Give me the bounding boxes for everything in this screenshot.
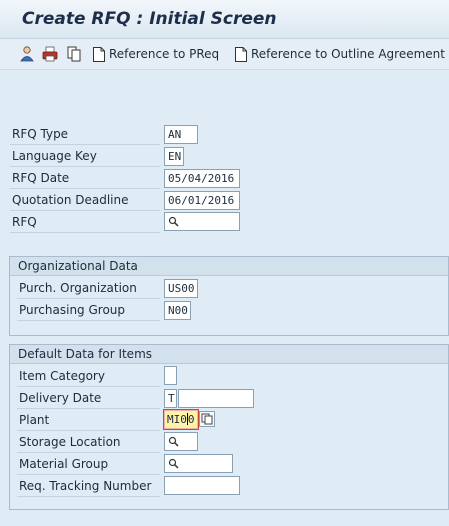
separator: [10, 188, 160, 189]
storage-location-field[interactable]: [164, 432, 198, 451]
plant-value-start: MI0: [167, 413, 187, 426]
rfq-date-label: RFQ Date: [12, 171, 70, 185]
title-bar: Create RFQ : Initial Screen: [0, 0, 449, 39]
reference-to-outline-agreement-button[interactable]: Reference to Outline Agreement: [234, 44, 445, 64]
language-key-field[interactable]: EN: [164, 147, 184, 166]
copy-button[interactable]: [65, 44, 83, 64]
purch-organization-label: Purch. Organization: [19, 281, 137, 295]
delivery-date-type-field[interactable]: T: [164, 389, 177, 408]
person-icon: [20, 46, 34, 62]
page-title: Create RFQ : Initial Screen: [22, 9, 277, 29]
copy-icon: [67, 46, 81, 62]
person-button[interactable]: [18, 44, 36, 64]
delivery-date-label: Delivery Date: [19, 391, 102, 405]
separator: [10, 232, 160, 233]
print-icon: [42, 46, 58, 62]
copy-icon: [201, 413, 213, 425]
material-group-field[interactable]: [164, 454, 233, 473]
separator: [17, 386, 160, 387]
purchasing-group-label: Purchasing Group: [19, 303, 126, 317]
separator: [17, 408, 160, 409]
reference-to-preq-label: Reference to PReq: [109, 47, 220, 61]
application-toolbar: Reference to PReq Reference to Outline A…: [0, 39, 449, 70]
purch-organization-field[interactable]: US00: [164, 279, 198, 298]
document-icon: [235, 46, 247, 62]
purchasing-group-field[interactable]: N00: [164, 301, 191, 320]
req-tracking-number-label: Req. Tracking Number: [19, 479, 152, 493]
search-icon: [168, 458, 179, 469]
storage-location-label: Storage Location: [19, 435, 121, 449]
possible-entries-button[interactable]: [199, 411, 215, 427]
document-icon: [93, 46, 105, 62]
item-category-field[interactable]: [164, 366, 177, 385]
item-category-label: Item Category: [19, 369, 105, 383]
rfq-date-field[interactable]: 05/04/2016: [164, 169, 240, 188]
separator: [17, 496, 160, 497]
delivery-date-field[interactable]: [178, 389, 254, 408]
quotation-deadline-label: Quotation Deadline: [12, 193, 129, 207]
separator: [10, 210, 160, 211]
separator: [17, 320, 160, 321]
rfq-field[interactable]: [164, 212, 240, 231]
plant-label: Plant: [19, 413, 50, 427]
language-key-label: Language Key: [12, 149, 97, 163]
group-title: Organizational Data: [10, 257, 448, 276]
reference-to-preq-button[interactable]: Reference to PReq: [92, 44, 219, 64]
separator: [17, 298, 160, 299]
separator: [17, 452, 160, 453]
rfq-type-field[interactable]: AN: [164, 125, 198, 144]
group-title: Default Data for Items: [10, 345, 448, 364]
plant-value-end: 0: [187, 413, 195, 426]
material-group-label: Material Group: [19, 457, 109, 471]
separator: [10, 166, 160, 167]
print-button[interactable]: [41, 44, 59, 64]
rfq-label: RFQ: [12, 215, 37, 229]
quotation-deadline-field[interactable]: 06/01/2016: [164, 191, 240, 210]
search-icon: [168, 436, 179, 447]
rfq-type-label: RFQ Type: [12, 127, 69, 141]
separator: [17, 474, 160, 475]
search-icon: [168, 216, 179, 227]
separator: [10, 144, 160, 145]
req-tracking-number-field[interactable]: [164, 476, 240, 495]
reference-to-outline-agreement-label: Reference to Outline Agreement: [251, 47, 445, 61]
plant-field[interactable]: MI00: [163, 409, 199, 430]
separator: [17, 430, 160, 431]
